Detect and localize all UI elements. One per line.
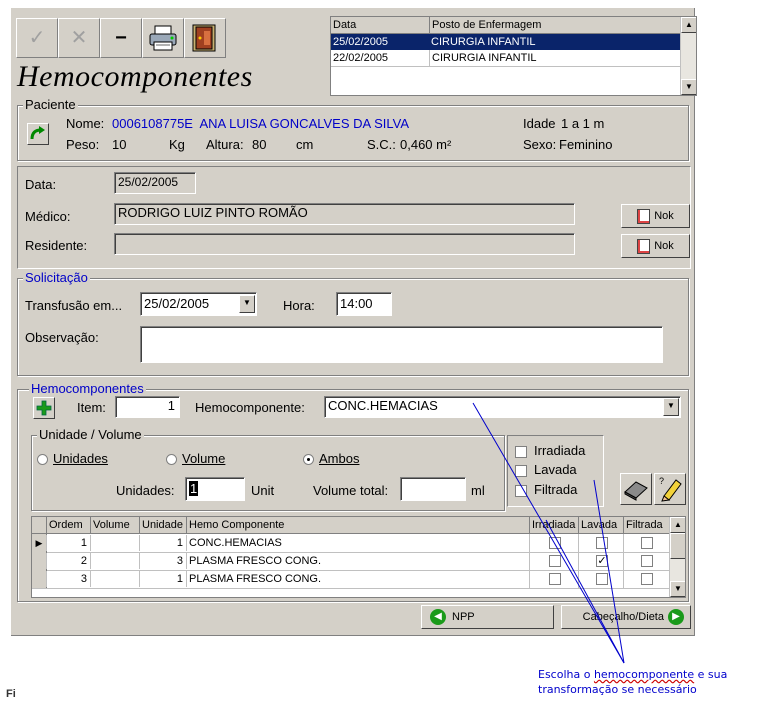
page-footer-mark: Fi [6, 688, 16, 700]
annotation-callout-lines [472, 402, 625, 664]
annotation-line-1: Escolha o hemocomponente e sua [538, 668, 728, 681]
annotation-line-2: transformação se necessário [538, 683, 697, 696]
annotation-highlight: hemocomponente [593, 668, 695, 681]
annotation-text: Escolha o hemocomponente e sua transform… [538, 667, 727, 697]
